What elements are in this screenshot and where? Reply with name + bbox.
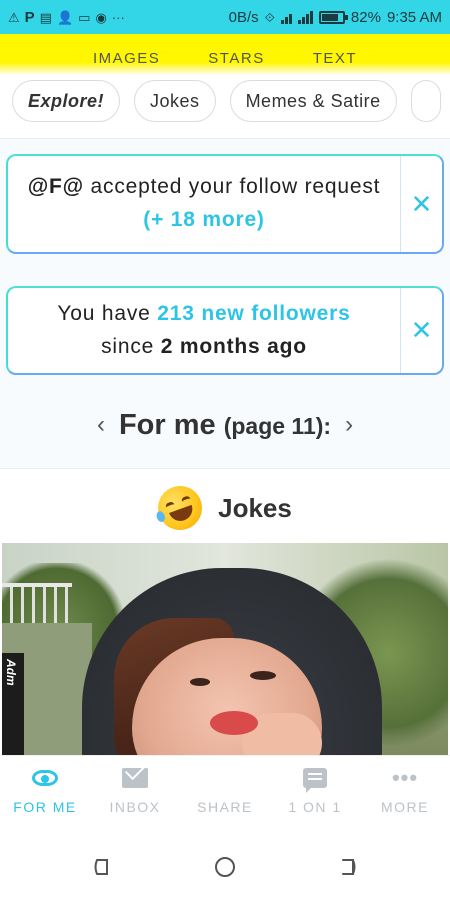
home-icon[interactable] (214, 856, 236, 878)
chat-icon (302, 766, 328, 793)
bottom-navigation: FOR ME INBOX + SHARE 1 ON 1 ••• MORE (0, 755, 450, 833)
nav-label: INBOX (109, 799, 161, 815)
follow-message: accepted your follow request (83, 175, 381, 199)
image-watermark-tag: Adm (2, 653, 24, 755)
chip-memes-satire[interactable]: Memes & Satire (229, 80, 397, 122)
followers-notification-text: You have 213 new followers since 2 month… (8, 288, 400, 373)
section-header: Jokes (0, 479, 450, 537)
parking-icon: P (24, 8, 35, 26)
system-navigation-bar (0, 833, 450, 900)
follow-user[interactable]: @F@ (28, 175, 84, 198)
nav-label: SHARE (197, 799, 253, 815)
follow-more-link[interactable]: (+ 18 more) (143, 208, 264, 231)
nav-more[interactable]: ••• MORE (360, 756, 450, 833)
clock: 9:35 AM (386, 8, 442, 26)
battery-percent: 82% (350, 8, 381, 26)
add-user-icon: 👤 (56, 9, 74, 25)
more-notifications-icon: ··· (111, 9, 125, 25)
nav-inbox[interactable]: INBOX (90, 756, 180, 833)
close-icon[interactable]: ✕ (400, 156, 442, 252)
warning-icon: ⚠ (8, 9, 20, 25)
signal-icon (280, 10, 292, 24)
image-tag-text: Adm (4, 659, 18, 686)
rofl-emoji-icon (151, 479, 209, 537)
chevron-left-icon[interactable]: ‹ (97, 411, 105, 439)
tab-stars[interactable]: STARS (208, 50, 264, 74)
follow-notification-card[interactable]: @F@ accepted your follow request (+ 18 m… (6, 154, 444, 254)
chevron-right-icon[interactable]: › (345, 411, 353, 439)
battery-icon (318, 10, 348, 24)
nav-for-me[interactable]: FOR ME (0, 756, 90, 833)
nav-share[interactable]: + SHARE (180, 756, 270, 833)
divider (0, 468, 450, 469)
feed-pager: ‹ For me (page 11): › (0, 400, 450, 450)
pager-page: (page 11): (223, 412, 332, 439)
chat-bubble-icon: ◉ (95, 9, 107, 25)
nav-label: 1 ON 1 (288, 799, 342, 815)
chip-next-partial[interactable] (410, 80, 441, 122)
chip-jokes[interactable]: Jokes (134, 80, 216, 122)
eye-icon (32, 766, 58, 790)
recent-apps-icon[interactable] (91, 856, 113, 878)
back-icon[interactable] (337, 856, 359, 878)
followers-notification-card[interactable]: You have 213 new followers since 2 month… (6, 286, 444, 375)
tab-images[interactable]: IMAGES (93, 50, 160, 74)
section-title: Jokes (218, 492, 292, 523)
nav-label: FOR ME (13, 799, 77, 815)
followers-prefix: You have (57, 301, 158, 325)
nav-label: MORE (381, 799, 429, 815)
document-icon: ▤ (39, 9, 52, 25)
chip-explore[interactable]: Explore! (12, 80, 121, 122)
followers-time: 2 months ago (160, 334, 307, 358)
post-image[interactable]: Adm (2, 543, 448, 755)
tab-text[interactable]: TEXT (313, 50, 357, 74)
more-dots-icon: ••• (391, 765, 419, 790)
vibrate-icon: ⟐ (264, 9, 275, 25)
status-bar: ⚠ P ▤ 👤 ▭ ◉ ··· 0B/s ⟐ 82% 9:35 AM (0, 0, 450, 34)
message-icon: ▭ (78, 9, 91, 25)
nav-one-on-one[interactable]: 1 ON 1 (270, 756, 360, 833)
pager-title: For me (page 11): (119, 409, 331, 442)
mail-icon (122, 766, 148, 790)
follow-notification-text: @F@ accepted your follow request (+ 18 m… (8, 156, 400, 252)
pager-title-text: For me (118, 408, 216, 441)
status-notification-icons: ⚠ P ▤ 👤 ▭ ◉ ··· (8, 10, 125, 25)
close-icon[interactable]: ✕ (400, 288, 442, 373)
followers-middle: since (101, 334, 161, 358)
signal-4g-icon (297, 10, 313, 24)
top-tabs: IMAGES STARS TEXT (0, 34, 450, 74)
followers-count-link[interactable]: 213 new followers (157, 302, 350, 325)
status-system-icons: 0B/s ⟐ 82% 9:35 AM (229, 9, 442, 26)
plus-circle-icon: + (212, 766, 238, 790)
net-speed: 0B/s (228, 8, 259, 26)
battery-fill (321, 13, 338, 21)
category-chips: Explore! Jokes Memes & Satire (0, 74, 450, 128)
